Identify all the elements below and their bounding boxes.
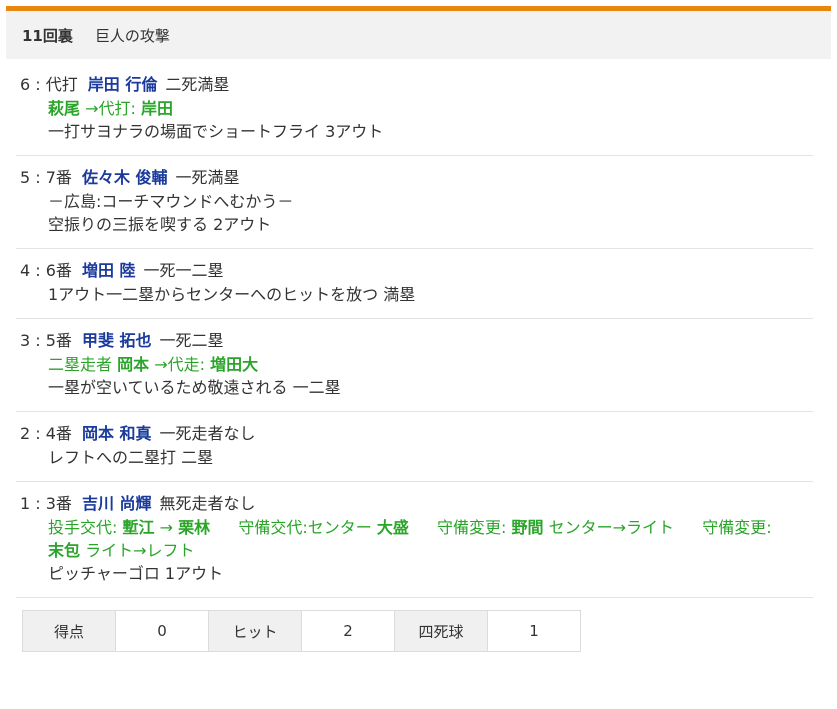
walks-label: 四死球 xyxy=(394,610,488,652)
sub-player-from[interactable]: 岡本 xyxy=(117,355,149,374)
play-result: 1アウト一二塁からセンターへのヒットを放つ 満塁 xyxy=(48,285,416,304)
change-label: 守備変更: xyxy=(437,518,507,537)
change-arrow: → xyxy=(159,518,174,537)
summary-row: 得点 0 ヒット 2 四死球 1 xyxy=(22,610,581,652)
situation: 無死走者なし xyxy=(159,494,256,513)
sub-player-to[interactable]: 増田大 xyxy=(210,355,258,374)
play-number: 1 xyxy=(20,494,31,513)
play-list: 6 : 代打 岸田 行倫 二死満塁 萩尾 →代打: 岸田 一打サヨナラの場面でショー… xyxy=(16,63,813,598)
play-result: ピッチャーゴロ 1アウト xyxy=(48,564,224,583)
play-number: 3 xyxy=(20,331,31,350)
separator: : xyxy=(30,494,46,513)
play-number: 5 xyxy=(20,168,31,187)
change-label: 守備変更: xyxy=(702,518,772,537)
situation: 一死走者なし xyxy=(159,424,256,443)
substitution-line: 萩尾 →代打: 岸田 xyxy=(20,97,813,120)
attack-label: 巨人の攻撃 xyxy=(94,26,170,45)
play-headline: 4 : 6番 増田 陸一死一二塁 xyxy=(20,259,813,283)
batter-name[interactable]: 岡本 和真 xyxy=(82,424,152,443)
hits-value: 2 xyxy=(301,610,395,652)
play-headline: 3 : 5番 甲斐 拓也 一死二塁 xyxy=(20,329,813,353)
situation: 一死一二塁 xyxy=(143,261,224,280)
change-move: センター→ライト xyxy=(548,518,675,537)
batting-order: 3番 xyxy=(45,494,72,513)
play-result: 空振りの三振を喫する 2アウト xyxy=(48,215,272,234)
batting-order: 6番 xyxy=(45,261,72,280)
batter-name[interactable]: 岸田 行倫 xyxy=(88,75,158,94)
batter-name[interactable]: 吉川 尚輝 xyxy=(82,494,152,513)
separator: : xyxy=(30,424,46,443)
sub-prefix: 二塁走者 xyxy=(48,355,113,374)
play-item: 5 : 7番 佐々木 俊輔 一死満塁 －広島:コーチマウンドへむかう－ 空振りの三振… xyxy=(16,156,813,249)
walks-value: 1 xyxy=(487,610,581,652)
change-player[interactable]: 栗林 xyxy=(178,518,210,537)
sub-player-from[interactable]: 萩尾 xyxy=(48,99,80,118)
change-player[interactable]: 野間 xyxy=(512,518,544,537)
separator: : xyxy=(30,75,46,94)
play-item: 2 : 4番 岡本 和真 一死走者なし レフトへの二塁打 二塁 xyxy=(16,412,813,482)
play-result: レフトへの二塁打 二塁 xyxy=(48,448,214,467)
inning-summary-table: 得点 0 ヒット 2 四死球 1 xyxy=(22,610,581,652)
play-item: 6 : 代打 岸田 行倫 二死満塁 萩尾 →代打: 岸田 一打サヨナラの場面でショー… xyxy=(16,63,813,156)
situation: 一死二塁 xyxy=(159,331,224,350)
separator: : xyxy=(30,331,46,350)
separator: : xyxy=(30,168,46,187)
changes-line-2: 末包 ライト→レフト xyxy=(20,539,813,562)
situation: 二死満塁 xyxy=(165,75,230,94)
play-headline: 1 : 3番 吉川 尚輝 無死走者なし xyxy=(20,492,813,516)
change-move: ライト→レフト xyxy=(85,541,195,560)
hits-label: ヒット xyxy=(208,610,302,652)
inning-header: 11回裏 巨人の攻撃 xyxy=(6,11,831,59)
play-headline: 2 : 4番 岡本 和真 一死走者なし xyxy=(20,422,813,446)
inning-label: 11回裏 xyxy=(22,26,73,45)
play-number: 2 xyxy=(20,424,31,443)
runs-label: 得点 xyxy=(22,610,116,652)
substitution-line: 二塁走者 岡本 →代走: 増田大 xyxy=(20,353,813,376)
sub-label: →代打: xyxy=(85,99,136,118)
situation: 一死満塁 xyxy=(175,168,240,187)
sub-player-to[interactable]: 岸田 xyxy=(141,99,173,118)
play-item: 3 : 5番 甲斐 拓也 一死二塁 二塁走者 岡本 →代走: 増田大 一塁が空いてい… xyxy=(16,319,813,412)
sub-label: →代走: xyxy=(154,355,206,374)
change-player[interactable]: 大盛 xyxy=(377,518,409,537)
play-headline: 6 : 代打 岸田 行倫 二死満塁 xyxy=(20,73,813,97)
play-result: 一打サヨナラの場面でショートフライ 3アウト xyxy=(48,122,384,141)
change-player[interactable]: 塹江 xyxy=(123,518,155,537)
play-result: 一塁が空いているため敬遠される 一二塁 xyxy=(48,378,341,397)
batter-name[interactable]: 佐々木 俊輔 xyxy=(82,168,168,187)
batting-order: 7番 xyxy=(45,168,72,187)
batter-name[interactable]: 甲斐 拓也 xyxy=(82,331,152,350)
play-number: 6 xyxy=(20,75,31,94)
separator: : xyxy=(30,261,46,280)
change-label: 投手交代: xyxy=(48,518,118,537)
play-item: 4 : 6番 増田 陸一死一二塁 1アウト一二塁からセンターへのヒットを放つ 満塁 xyxy=(16,249,813,319)
batting-order: 代打 xyxy=(45,75,78,94)
changes-line-1: 投手交代: 塹江 → 栗林 守備交代:センター 大盛 守備変更: 野間 センター… xyxy=(20,516,813,539)
play-item: 1 : 3番 吉川 尚輝 無死走者なし 投手交代: 塹江 → 栗林 守備交代:センタ… xyxy=(16,482,813,598)
play-note: －広島:コーチマウンドへむかう－ xyxy=(48,192,294,211)
change-label: 守備交代:センター xyxy=(238,518,372,537)
change-player[interactable]: 末包 xyxy=(48,541,80,560)
batter-name[interactable]: 増田 陸 xyxy=(82,261,136,280)
batting-order: 5番 xyxy=(45,331,72,350)
batting-order: 4番 xyxy=(45,424,72,443)
runs-value: 0 xyxy=(115,610,209,652)
play-number: 4 xyxy=(20,261,31,280)
play-headline: 5 : 7番 佐々木 俊輔 一死満塁 xyxy=(20,166,813,190)
